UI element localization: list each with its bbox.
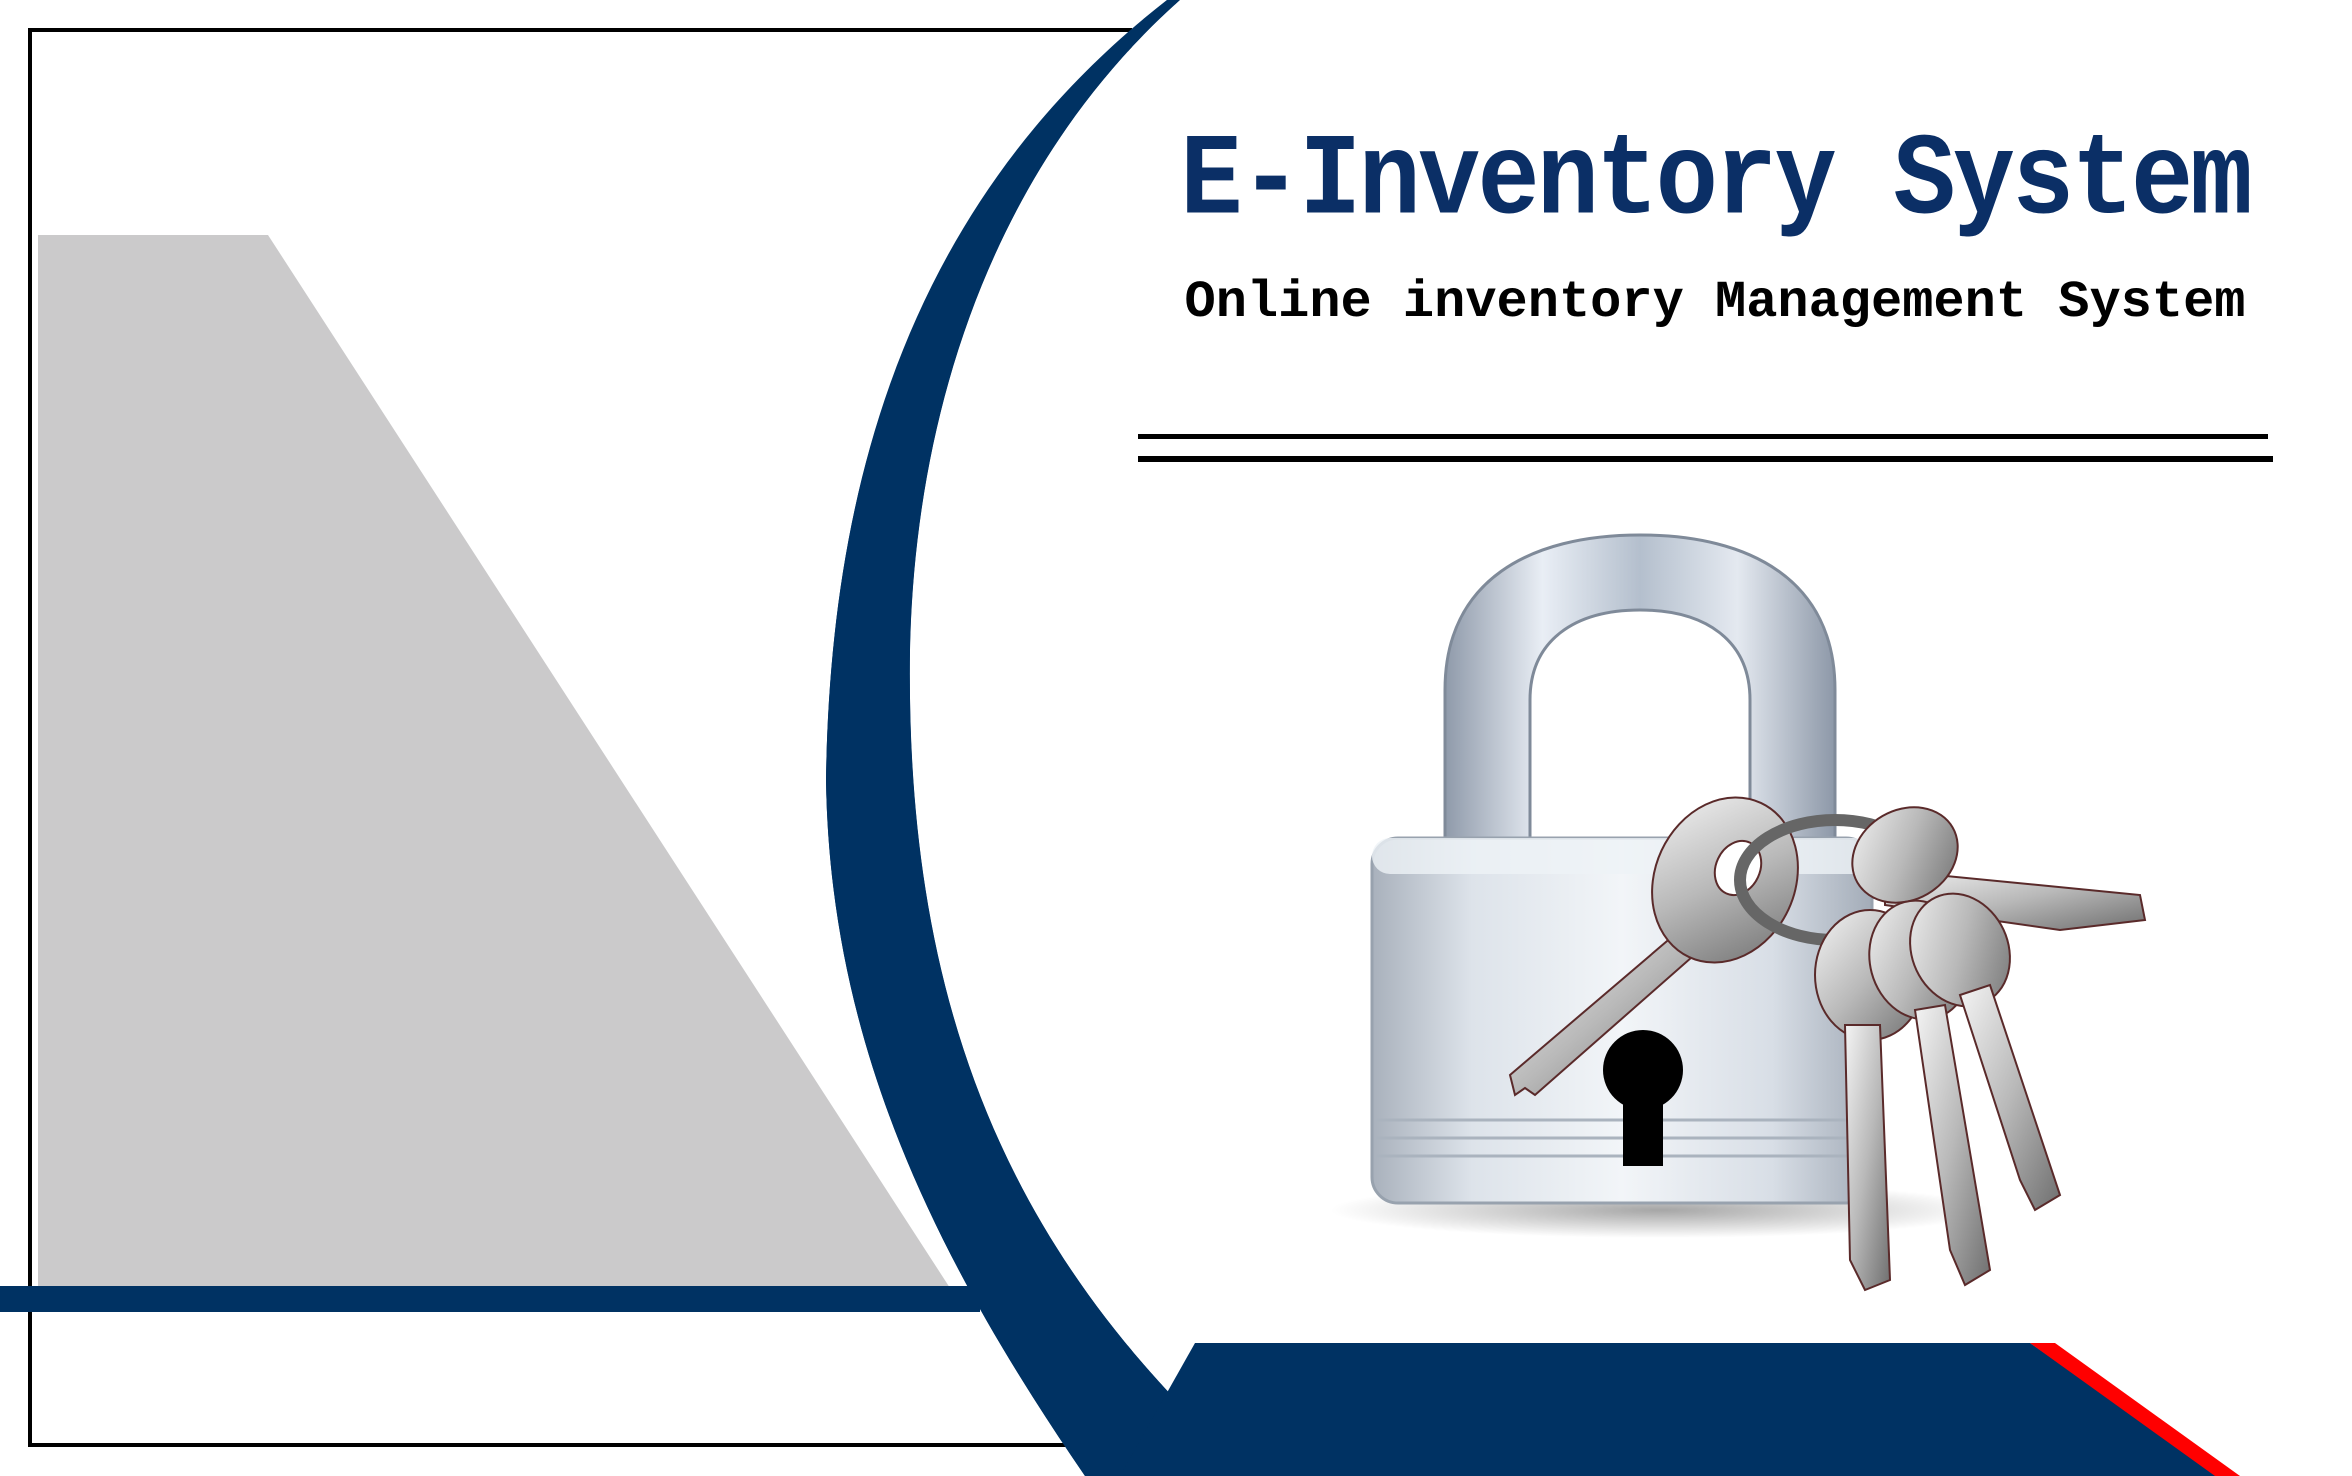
navy-band-left bbox=[0, 1286, 980, 1312]
divider-line-top bbox=[1138, 434, 2268, 439]
grey-panel bbox=[38, 235, 950, 1288]
app-title: E-Inventory System bbox=[1180, 116, 2252, 249]
app-subtitle: Online inventory Management System bbox=[1184, 273, 2246, 332]
divider-line-bottom bbox=[1138, 456, 2273, 462]
navy-band-bottom bbox=[1120, 1343, 2220, 1476]
